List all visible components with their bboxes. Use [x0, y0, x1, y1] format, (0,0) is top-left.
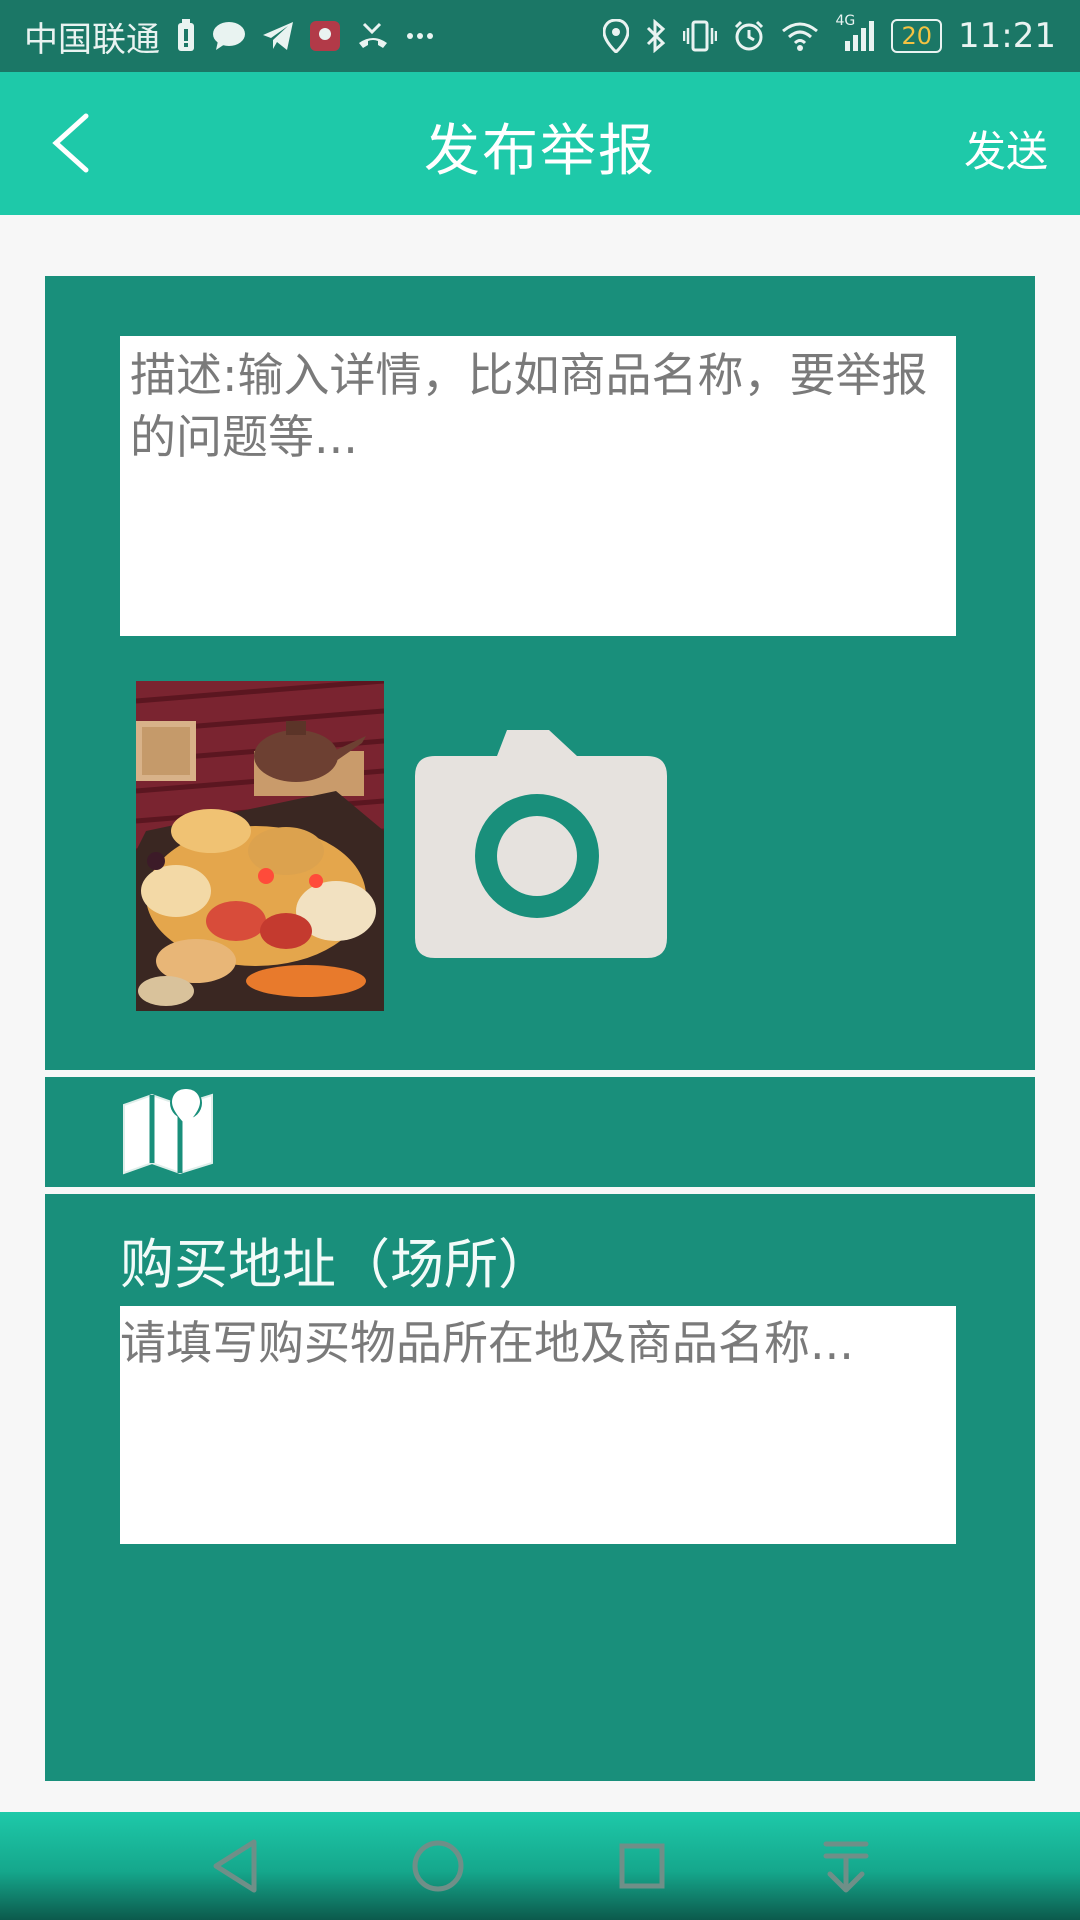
- status-bar: 中国联通 4G 20 11:21: [0, 0, 1080, 72]
- attached-photo-thumbnail[interactable]: [136, 681, 384, 1011]
- food-photo-image: [136, 681, 384, 1011]
- telegram-icon: [262, 21, 294, 51]
- page-title: 发布举报: [424, 119, 656, 184]
- alarm-icon: [733, 20, 765, 52]
- description-input[interactable]: [120, 336, 956, 636]
- status-bar-left: 中国联通: [24, 12, 434, 61]
- address-input[interactable]: [120, 1306, 956, 1544]
- add-photo-button[interactable]: [415, 728, 667, 958]
- description-panel: [45, 276, 1035, 1070]
- status-time: 11:21: [958, 16, 1056, 56]
- status-bar-right: 4G 20 11:21: [603, 13, 1056, 56]
- app-bar: 发布举报 发送: [0, 72, 1080, 215]
- network-type-label: 4G: [835, 13, 856, 29]
- battery-icon: 20: [891, 19, 943, 53]
- nav-recents-icon: [619, 1843, 665, 1889]
- address-label: 购买地址（场所）: [120, 1233, 552, 1296]
- nav-home-icon: [412, 1840, 464, 1892]
- location-panel[interactable]: [45, 1077, 1035, 1187]
- send-button[interactable]: 发送: [964, 118, 1048, 179]
- location-icon: [603, 19, 630, 53]
- carrier-name: 中国联通: [24, 19, 160, 60]
- nav-notification-button[interactable]: [814, 1834, 878, 1898]
- nav-back-button[interactable]: [204, 1834, 268, 1898]
- battery-level: 20: [901, 22, 933, 50]
- nav-notification-pulldown-icon: [823, 1841, 869, 1893]
- signal-4g-icon: 4G: [835, 13, 875, 53]
- camera-icon: [415, 730, 667, 958]
- nav-back-icon: [213, 1839, 257, 1893]
- wifi-icon: [781, 21, 819, 51]
- missed-call-icon: [356, 21, 390, 51]
- battery-saver-icon: [176, 19, 196, 53]
- nav-recents-button[interactable]: [610, 1834, 674, 1898]
- nav-home-button[interactable]: [406, 1834, 470, 1898]
- chat-bubble-icon: [212, 21, 246, 51]
- system-nav-bar: [0, 1812, 1080, 1920]
- map-pin-icon[interactable]: [120, 1085, 216, 1175]
- huawei-app-icon: [310, 21, 340, 51]
- more-dots-icon: [406, 32, 434, 40]
- address-panel: 购买地址（场所）: [45, 1194, 1035, 1781]
- vibrate-icon: [683, 19, 718, 53]
- bluetooth-icon: [645, 19, 667, 53]
